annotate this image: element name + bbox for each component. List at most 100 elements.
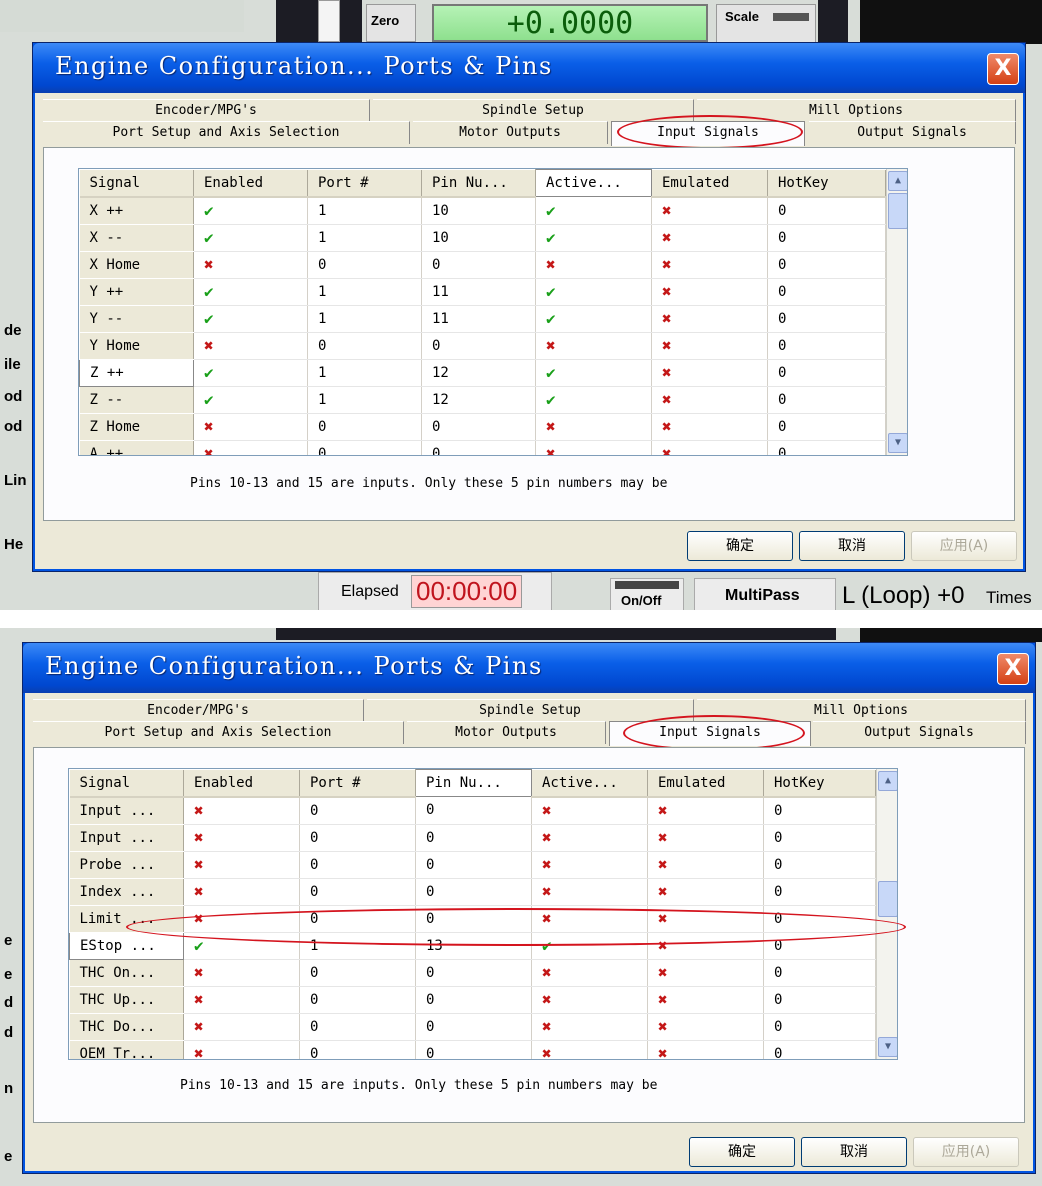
table-row[interactable]: Limit ... ✖ 0 0 ✖ ✖ 0: [69, 905, 876, 933]
tab-port-setup[interactable]: Port Setup and Axis Selection: [33, 721, 404, 744]
cell-emulated[interactable]: ✖: [651, 440, 768, 455]
scroll-thumb[interactable]: [878, 881, 897, 917]
table-row[interactable]: THC On... ✖ 0 0 ✖ ✖ 0: [69, 959, 876, 987]
cell-signal[interactable]: Z ++: [79, 358, 194, 387]
cell-emulated[interactable]: ✖: [647, 824, 764, 852]
scroll-down-icon[interactable]: ▼: [878, 1037, 897, 1057]
cell-active[interactable]: ✖: [535, 440, 652, 455]
col-header-pin[interactable]: Pin Nu...: [421, 169, 536, 198]
cell-enabled[interactable]: ✔: [193, 278, 308, 306]
cell-hotkey[interactable]: 0: [767, 440, 886, 455]
cell-hotkey[interactable]: 0: [767, 386, 886, 414]
table-row[interactable]: Y -- ✔ 1 11 ✔ ✖ 0: [79, 305, 886, 333]
signal-grid[interactable]: Signal Enabled Port # Pin Nu... Active..…: [78, 168, 908, 456]
cell-pin[interactable]: 11: [421, 278, 536, 306]
cell-signal[interactable]: Y --: [79, 305, 194, 333]
cell-emulated[interactable]: ✖: [647, 959, 764, 987]
cell-port[interactable]: 0: [299, 959, 416, 987]
cell-active[interactable]: ✖: [535, 251, 652, 279]
tab-output-signals[interactable]: Output Signals: [813, 721, 1026, 744]
table-row[interactable]: OEM Tr... ✖ 0 0 ✖ ✖ 0: [69, 1040, 876, 1059]
cell-enabled[interactable]: ✖: [183, 959, 300, 987]
cell-emulated[interactable]: ✖: [651, 359, 768, 387]
cell-signal[interactable]: Index ...: [69, 878, 184, 906]
tab-port-setup[interactable]: Port Setup and Axis Selection: [43, 121, 410, 144]
cell-port[interactable]: 0: [307, 332, 422, 360]
cell-enabled[interactable]: ✖: [183, 796, 300, 825]
col-header-active[interactable]: Active...: [535, 169, 652, 197]
cell-enabled[interactable]: ✖: [183, 986, 300, 1014]
cell-hotkey[interactable]: 0: [767, 413, 886, 441]
cell-active[interactable]: ✔: [535, 386, 652, 414]
table-row[interactable]: A ++ ✖ 0 0 ✖ ✖ 0: [79, 440, 886, 455]
cell-enabled[interactable]: ✖: [193, 332, 308, 360]
apply-button[interactable]: 应用(A): [913, 1137, 1019, 1167]
cell-pin[interactable]: 0: [421, 440, 536, 455]
cell-port[interactable]: 1: [299, 932, 416, 960]
cell-port[interactable]: 0: [299, 986, 416, 1014]
cell-hotkey[interactable]: 0: [767, 224, 886, 252]
cell-active[interactable]: ✔: [535, 305, 652, 333]
cancel-button[interactable]: 取消: [799, 531, 905, 561]
cell-hotkey[interactable]: 0: [763, 824, 876, 852]
col-header-active[interactable]: Active...: [531, 769, 648, 798]
cell-pin[interactable]: 0: [415, 959, 532, 987]
scroll-down-icon[interactable]: ▼: [888, 433, 907, 453]
cell-pin[interactable]: 11: [421, 305, 536, 333]
cell-pin[interactable]: 0: [415, 851, 532, 879]
cell-active[interactable]: ✔: [535, 278, 652, 306]
cell-active[interactable]: ✔: [535, 196, 652, 225]
apply-button[interactable]: 应用(A): [911, 531, 1017, 561]
cell-active[interactable]: ✖: [531, 824, 648, 852]
cell-port[interactable]: 0: [299, 1040, 416, 1059]
col-header-port[interactable]: Port #: [307, 169, 422, 198]
cell-emulated[interactable]: ✖: [651, 196, 768, 225]
cell-enabled[interactable]: ✖: [183, 905, 300, 933]
onoff-button[interactable]: On/Off: [610, 578, 684, 610]
tab-mill-options[interactable]: Mill Options: [697, 699, 1026, 722]
cell-pin[interactable]: 12: [421, 359, 536, 387]
col-header-hotkey[interactable]: HotKey: [767, 169, 886, 198]
cell-signal[interactable]: THC Do...: [69, 1013, 184, 1041]
cell-signal[interactable]: Z --: [79, 386, 194, 414]
col-header-signal[interactable]: Signal: [69, 769, 184, 798]
background-button[interactable]: [318, 0, 340, 42]
cell-port[interactable]: 0: [307, 440, 422, 455]
cell-emulated[interactable]: ✖: [647, 905, 764, 933]
tab-output-signals[interactable]: Output Signals: [809, 121, 1016, 144]
cell-active[interactable]: ✖: [531, 959, 648, 987]
cell-signal[interactable]: EStop ...: [69, 931, 184, 960]
cell-enabled[interactable]: ✖: [193, 251, 308, 279]
cell-signal[interactable]: A ++: [79, 440, 194, 455]
tab-mill-options[interactable]: Mill Options: [697, 99, 1016, 122]
cell-emulated[interactable]: ✖: [647, 796, 764, 825]
cell-signal[interactable]: Z Home: [79, 413, 194, 441]
table-row[interactable]: Input ... ✖ 0 0 ✖ ✖ 0: [69, 824, 876, 852]
cell-emulated[interactable]: ✖: [651, 386, 768, 414]
cell-enabled[interactable]: ✖: [183, 1040, 300, 1059]
tab-input-signals[interactable]: Input Signals: [609, 721, 811, 746]
cell-enabled[interactable]: ✖: [183, 878, 300, 906]
cell-hotkey[interactable]: 0: [767, 305, 886, 333]
tab-motor-outputs[interactable]: Motor Outputs: [407, 721, 606, 744]
scroll-up-icon[interactable]: ▲: [878, 771, 897, 791]
cell-pin[interactable]: 10: [421, 224, 536, 252]
cell-enabled[interactable]: ✔: [193, 224, 308, 252]
ok-button[interactable]: 确定: [689, 1137, 795, 1167]
cell-active[interactable]: ✖: [535, 413, 652, 441]
cell-hotkey[interactable]: 0: [763, 851, 876, 879]
cell-hotkey[interactable]: 0: [767, 359, 886, 387]
cell-signal[interactable]: Probe ...: [69, 851, 184, 879]
cell-port[interactable]: 1: [307, 386, 422, 414]
cell-pin[interactable]: 10: [421, 196, 536, 225]
cell-hotkey[interactable]: 0: [767, 196, 886, 225]
tab-motor-outputs[interactable]: Motor Outputs: [413, 121, 608, 144]
cell-port[interactable]: 0: [307, 413, 422, 441]
cell-signal[interactable]: X --: [79, 224, 194, 252]
cell-port[interactable]: 1: [307, 196, 422, 225]
cell-port[interactable]: 0: [299, 878, 416, 906]
table-row[interactable]: X ++ ✔ 1 10 ✔ ✖ 0: [79, 196, 886, 225]
cell-emulated[interactable]: ✖: [647, 932, 764, 960]
cell-pin[interactable]: 0: [415, 986, 532, 1014]
cell-active[interactable]: ✖: [531, 986, 648, 1014]
